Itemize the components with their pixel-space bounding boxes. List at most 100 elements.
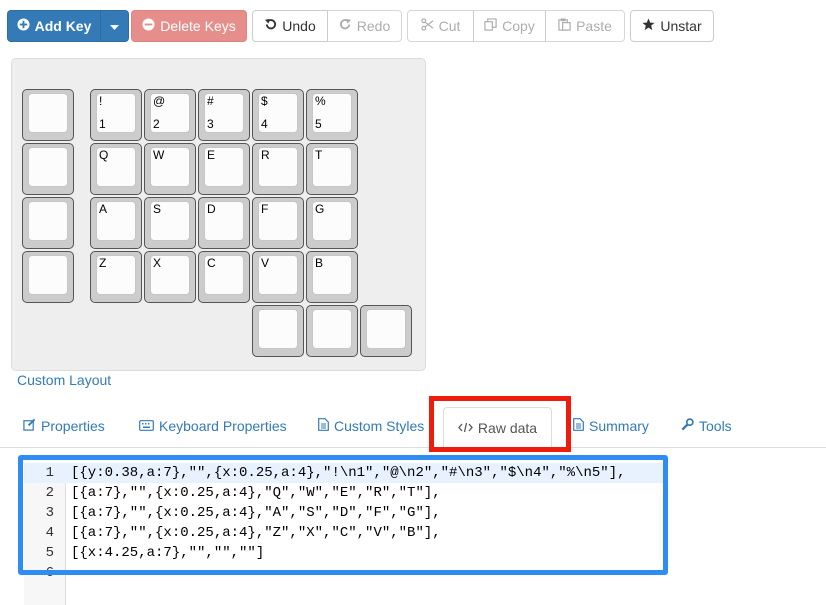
star-icon xyxy=(642,18,655,34)
key-legend-top: R xyxy=(261,148,270,162)
keycap-top xyxy=(28,201,68,241)
summary-icon xyxy=(573,418,584,434)
paste-label: Paste xyxy=(576,18,612,34)
keyboard-key[interactable]: Q xyxy=(90,143,142,195)
editor-highlight-box xyxy=(18,455,668,575)
keycap-top xyxy=(258,309,298,349)
key-legend-top: X xyxy=(153,256,162,270)
keyboard-key[interactable]: @2 xyxy=(144,89,196,141)
keyboard-key[interactable] xyxy=(22,89,74,141)
keyboard-key[interactable]: T xyxy=(306,143,358,195)
keyboard-key[interactable] xyxy=(252,305,304,357)
keyboard-key[interactable]: R xyxy=(252,143,304,195)
keyboard-key[interactable]: B xyxy=(306,251,358,303)
caret-down-icon xyxy=(110,18,119,34)
layout-name-link[interactable]: Custom Layout xyxy=(17,372,111,388)
keyboard-key[interactable]: A xyxy=(90,197,142,249)
key-legend-bottom: 1 xyxy=(99,117,106,131)
keyboard-key[interactable]: E xyxy=(198,143,250,195)
add-key-label: Add Key xyxy=(34,18,92,34)
copy-label: Copy xyxy=(502,18,535,34)
redo-button[interactable]: Redo xyxy=(327,10,402,42)
keyboard-key[interactable]: $4 xyxy=(252,89,304,141)
undo-button[interactable]: Undo xyxy=(252,10,328,42)
key-legend-top: V xyxy=(261,256,270,270)
tab-properties[interactable]: Properties xyxy=(23,418,105,434)
key-legend-top: # xyxy=(207,94,214,108)
key-legend-top: G xyxy=(315,202,325,216)
key-legend-top: T xyxy=(315,148,323,162)
undo-label: Undo xyxy=(282,18,316,34)
key-legend-top: Q xyxy=(99,148,109,162)
keycap-top xyxy=(28,255,68,295)
keyboard-key[interactable]: % 5 xyxy=(306,89,358,141)
key-legend-top: B xyxy=(315,256,324,270)
keyboard-key[interactable]: C xyxy=(198,251,250,303)
key-legend-bottom: 4 xyxy=(261,117,268,131)
keyboard-key[interactable]: Z xyxy=(90,251,142,303)
key-legend-top: $ xyxy=(261,94,268,108)
key-legend-bottom: 2 xyxy=(153,117,160,131)
keyboard-key[interactable] xyxy=(22,197,74,249)
tab-summary-label: Summary xyxy=(589,418,649,434)
key-legend-top: F xyxy=(261,202,269,216)
paste-button[interactable]: Paste xyxy=(545,10,625,42)
tabs-divider xyxy=(0,447,826,448)
key-legend-top: W xyxy=(153,148,165,162)
tab-summary[interactable]: Summary xyxy=(573,418,649,434)
tab-tools-label: Tools xyxy=(699,418,732,434)
key-legend-top: S xyxy=(153,202,162,216)
tab-properties-label: Properties xyxy=(41,418,105,434)
key-legend-top: Z xyxy=(99,256,107,270)
delete-keys-button[interactable]: Delete Keys xyxy=(131,10,247,42)
tab-custom-styles[interactable]: Custom Styles xyxy=(318,418,424,434)
redo-icon xyxy=(339,18,352,34)
key-legend-top: ! xyxy=(99,94,103,108)
keyboard-icon xyxy=(139,418,154,434)
keyboard-key[interactable]: F xyxy=(252,197,304,249)
edit-icon xyxy=(23,418,36,434)
key-legend-top: C xyxy=(207,256,216,270)
tab-tools[interactable]: Tools xyxy=(681,418,732,434)
keyboard-key[interactable] xyxy=(306,305,358,357)
keyboard-key[interactable]: #3 xyxy=(198,89,250,141)
key-legend-top: E xyxy=(207,148,216,162)
raw-data-highlight-box xyxy=(429,396,571,452)
keyboard-key[interactable]: X xyxy=(144,251,196,303)
minus-circle-icon xyxy=(142,18,155,34)
copy-icon xyxy=(484,18,497,34)
wrench-icon xyxy=(681,418,694,434)
keyboard-key[interactable] xyxy=(22,251,74,303)
file-text-icon xyxy=(318,418,329,434)
undo-icon xyxy=(264,18,277,34)
keyboard-key[interactable] xyxy=(360,305,412,357)
key-legend-top: % xyxy=(315,94,326,108)
keyboard-key[interactable] xyxy=(22,143,74,195)
cut-label: Cut xyxy=(438,18,461,34)
tab-custom-styles-label: Custom Styles xyxy=(334,418,425,434)
copy-button[interactable]: Copy xyxy=(473,10,546,42)
keyboard-key[interactable]: V xyxy=(252,251,304,303)
key-legend-bottom: 3 xyxy=(207,117,214,131)
keyboard-key[interactable]: ! 1 xyxy=(90,89,142,141)
key-legend-top: D xyxy=(207,202,216,216)
unstar-label: Unstar xyxy=(660,18,702,34)
key-legend-top: A xyxy=(99,202,108,216)
redo-label: Redo xyxy=(356,18,391,34)
key-legend-top: @ xyxy=(153,94,166,108)
paste-icon xyxy=(558,18,571,34)
keyboard-key[interactable]: D xyxy=(198,197,250,249)
cut-button[interactable]: Cut xyxy=(407,10,474,42)
tab-keyboard-properties[interactable]: Keyboard Properties xyxy=(139,418,287,434)
plus-circle-icon xyxy=(17,18,30,34)
key-legend-bottom: 5 xyxy=(315,117,322,131)
unstar-button[interactable]: Unstar xyxy=(630,10,714,42)
keyboard-key[interactable]: G xyxy=(306,197,358,249)
tab-keyboard-properties-label: Keyboard Properties xyxy=(159,418,287,434)
keyboard-key[interactable]: W xyxy=(144,143,196,195)
add-key-button[interactable]: Add Key xyxy=(7,10,101,42)
keycap-top xyxy=(28,93,68,133)
add-key-dropdown-button[interactable] xyxy=(100,10,129,42)
keycap-top xyxy=(28,147,68,187)
keyboard-key[interactable]: S xyxy=(144,197,196,249)
